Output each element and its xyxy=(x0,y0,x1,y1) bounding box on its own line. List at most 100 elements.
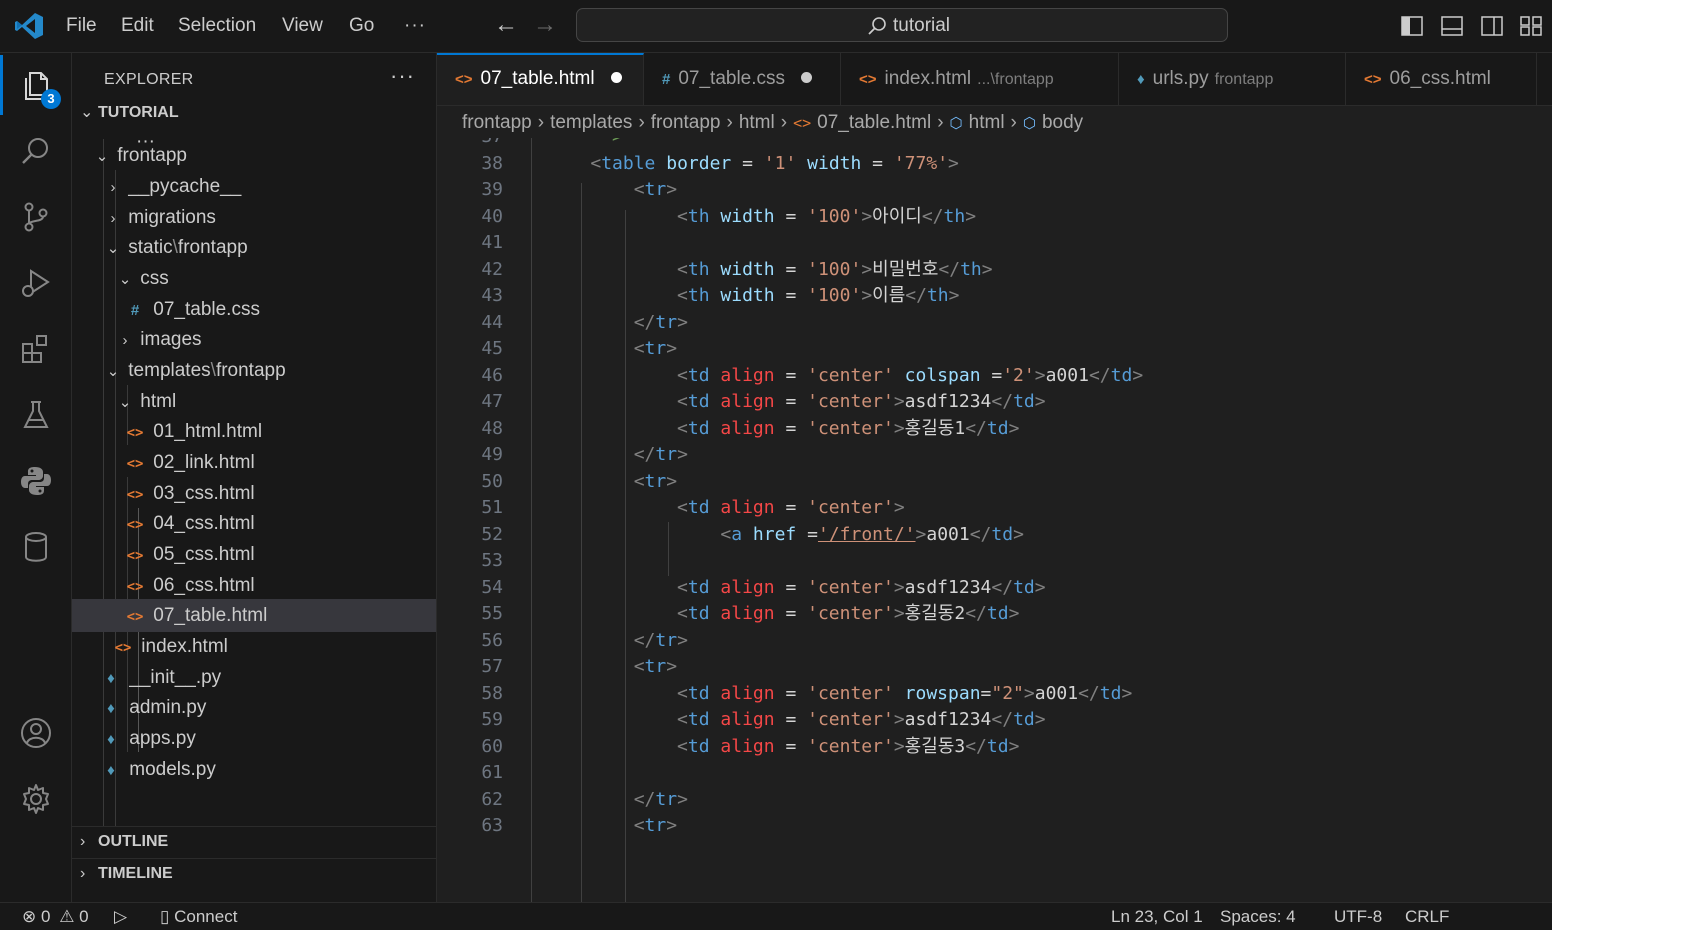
code-line[interactable]: 56 </tr> xyxy=(437,626,1552,655)
activity-accounts[interactable] xyxy=(0,703,72,763)
code-line[interactable]: 60 <td align = 'center'>홍길동3</td> xyxy=(437,732,1552,761)
menu-more[interactable]: ··· xyxy=(404,14,426,38)
folder-migrations[interactable]: › migrations xyxy=(72,201,436,234)
activity-search[interactable] xyxy=(0,121,72,181)
back-arrow-icon[interactable]: ← xyxy=(494,12,518,38)
breadcrumb-item[interactable]: templates xyxy=(550,112,632,133)
customize-layout-icon[interactable] xyxy=(1519,14,1543,38)
activity-database[interactable] xyxy=(0,517,72,577)
code-line[interactable]: 41 xyxy=(437,228,1552,257)
activity-explorer[interactable]: 3 xyxy=(0,55,72,115)
tab-06-css-html[interactable]: <> 06_css.html xyxy=(1346,53,1537,105)
code-line[interactable]: 50 <tr> xyxy=(437,467,1552,496)
code-line[interactable]: 49 </tr> xyxy=(437,440,1552,469)
folder-pycache[interactable]: › __pycache__ xyxy=(72,170,436,203)
folder-templates-frontapp[interactable]: ⌄ templates\frontapp xyxy=(72,354,436,387)
file-05-css[interactable]: <> 05_css.html xyxy=(72,538,436,571)
menu-edit[interactable]: Edit xyxy=(121,14,154,38)
gear-icon xyxy=(23,784,49,814)
folder-static-frontapp[interactable]: ⌄ static\frontapp xyxy=(72,231,436,264)
connect-button[interactable]: ▯ Connect xyxy=(160,903,237,930)
code-line[interactable]: 55 <td align = 'center'>홍길동2</td> xyxy=(437,599,1552,628)
timeline-section-header[interactable]: › TIMELINE xyxy=(72,858,436,889)
activity-source-control[interactable] xyxy=(0,187,72,247)
line-number: 49 xyxy=(481,444,503,465)
code-line[interactable]: 44 </tr> xyxy=(437,308,1552,337)
toggle-panel-icon[interactable] xyxy=(1440,14,1464,38)
folder-html[interactable]: ⌄ html xyxy=(72,385,436,418)
code-line[interactable]: 57 <tr> xyxy=(437,652,1552,681)
file-admin-py[interactable]: ♦ admin.py xyxy=(72,691,436,724)
menu-selection[interactable]: Selection xyxy=(178,14,256,38)
tab-07-table-css[interactable]: #07_table.css xyxy=(644,53,841,105)
code-line[interactable]: 46 <td align = 'center' colspan ='2'>a00… xyxy=(437,361,1552,390)
file-06-css[interactable]: <> 06_css.html xyxy=(72,569,436,602)
code-line[interactable]: 58 <td align = 'center' rowspan="2">a001… xyxy=(437,679,1552,708)
breadcrumb-item[interactable]: html xyxy=(739,112,775,133)
unsaved-dot-icon[interactable] xyxy=(610,72,622,83)
file-07-table-html[interactable]: <> 07_table.html xyxy=(72,599,436,632)
outline-section-header[interactable]: › OUTLINE xyxy=(72,826,436,857)
code-line[interactable]: 42 <th width = '100'>비밀번호</th> xyxy=(437,255,1552,284)
encoding[interactable]: UTF-8 xyxy=(1334,903,1382,930)
code-line[interactable]: 52 <a href ='/front/'>a001</td> xyxy=(437,520,1552,549)
explorer-more-actions[interactable]: ··· xyxy=(390,63,415,89)
code-line[interactable]: 51 <td align = 'center'> xyxy=(437,493,1552,522)
chevron-right-icon: › xyxy=(80,865,86,882)
activity-manage[interactable] xyxy=(0,769,72,829)
testing-flask-icon xyxy=(23,401,49,428)
breadcrumb-item[interactable]: html xyxy=(969,112,1005,133)
activity-extensions[interactable] xyxy=(0,319,72,379)
code-line[interactable]: 47 <td align = 'center'>asdf1234</td> xyxy=(437,387,1552,416)
menu-go[interactable]: Go xyxy=(349,14,374,38)
file-03-css[interactable]: <> 03_css.html xyxy=(72,477,436,510)
code-line[interactable]: 63 <tr> xyxy=(437,811,1552,840)
unsaved-dot-icon[interactable] xyxy=(801,72,813,83)
breadcrumb-item[interactable]: body xyxy=(1042,112,1083,133)
folder-images[interactable]: › images xyxy=(72,323,436,356)
file-01-html[interactable]: <> 01_html.html xyxy=(72,415,436,448)
code-line[interactable]: 43 <th width = '100'>이름</th> xyxy=(437,281,1552,310)
breadcrumb-item[interactable]: frontapp xyxy=(651,112,721,133)
file-init-py[interactable]: ♦ __init__.py xyxy=(72,661,436,694)
activity-python[interactable] xyxy=(0,451,72,511)
file-index-html[interactable]: <> index.html xyxy=(72,630,436,663)
code-line[interactable]: 62 </tr> xyxy=(437,785,1552,814)
file-apps-py[interactable]: ♦ apps.py xyxy=(72,722,436,755)
forward-arrow-icon[interactable]: → xyxy=(533,12,557,38)
tab-07-table-html[interactable]: <> 07_table.html xyxy=(437,53,644,105)
code-line[interactable]: 54 <td align = 'center'>asdf1234</td> xyxy=(437,573,1552,602)
code-line[interactable]: 48 <td align = 'center'>홍길동1</td> xyxy=(437,414,1552,443)
code-line[interactable]: 53 xyxy=(437,546,1552,575)
code-line[interactable]: 39 <tr> xyxy=(437,175,1552,204)
file-04-css[interactable]: <> 04_css.html xyxy=(72,507,436,540)
code-line[interactable]: 45 <tr> xyxy=(437,334,1552,363)
command-center-search[interactable]: tutorial xyxy=(576,8,1228,42)
activity-testing[interactable] xyxy=(0,385,72,445)
code-line[interactable]: 38 <table border = '1' width = '77%'> xyxy=(437,149,1552,178)
code-line[interactable]: 61 xyxy=(437,758,1552,787)
problems-indicator[interactable]: ⊗ 0 ⚠ 0 xyxy=(22,903,89,930)
code-line[interactable]: 40 <th width = '100'>아이디</th> xyxy=(437,202,1552,231)
file-02-link[interactable]: <> 02_link.html xyxy=(72,446,436,479)
tab-index-html[interactable]: <> index.html ...\frontapp xyxy=(841,53,1119,105)
code-editor[interactable]: 37 -->38 <table border = '1' width = '77… xyxy=(437,138,1552,902)
breadcrumb-item[interactable]: 07_table.html xyxy=(817,112,931,133)
folder-root-header[interactable]: ⌄ TUTORIAL xyxy=(72,98,436,128)
toggle-primary-sidebar-icon[interactable] xyxy=(1400,14,1424,38)
debug-run-icon[interactable]: ▷ xyxy=(114,903,127,930)
cursor-position[interactable]: Ln 23, Col 1 xyxy=(1111,903,1203,930)
code-line[interactable]: 59 <td align = 'center'>asdf1234</td> xyxy=(437,705,1552,734)
breadcrumb-item[interactable]: frontapp xyxy=(462,112,532,133)
folder-css[interactable]: ⌄ css xyxy=(72,262,436,295)
tab-urls-py[interactable]: ♦ urls.py frontapp xyxy=(1119,53,1346,105)
activity-run-debug[interactable] xyxy=(0,253,72,313)
file-models-py[interactable]: ♦ models.py xyxy=(72,753,436,786)
end-of-line[interactable]: CRLF xyxy=(1405,903,1449,930)
menu-file[interactable]: File xyxy=(66,14,97,38)
toggle-secondary-sidebar-icon[interactable] xyxy=(1480,14,1504,38)
folder-frontapp[interactable]: ⌄ frontapp xyxy=(72,139,436,172)
file-07-table-css[interactable]: # 07_table.css xyxy=(72,293,436,326)
menu-view[interactable]: View xyxy=(282,14,323,38)
indentation[interactable]: Spaces: 4 xyxy=(1220,903,1296,930)
